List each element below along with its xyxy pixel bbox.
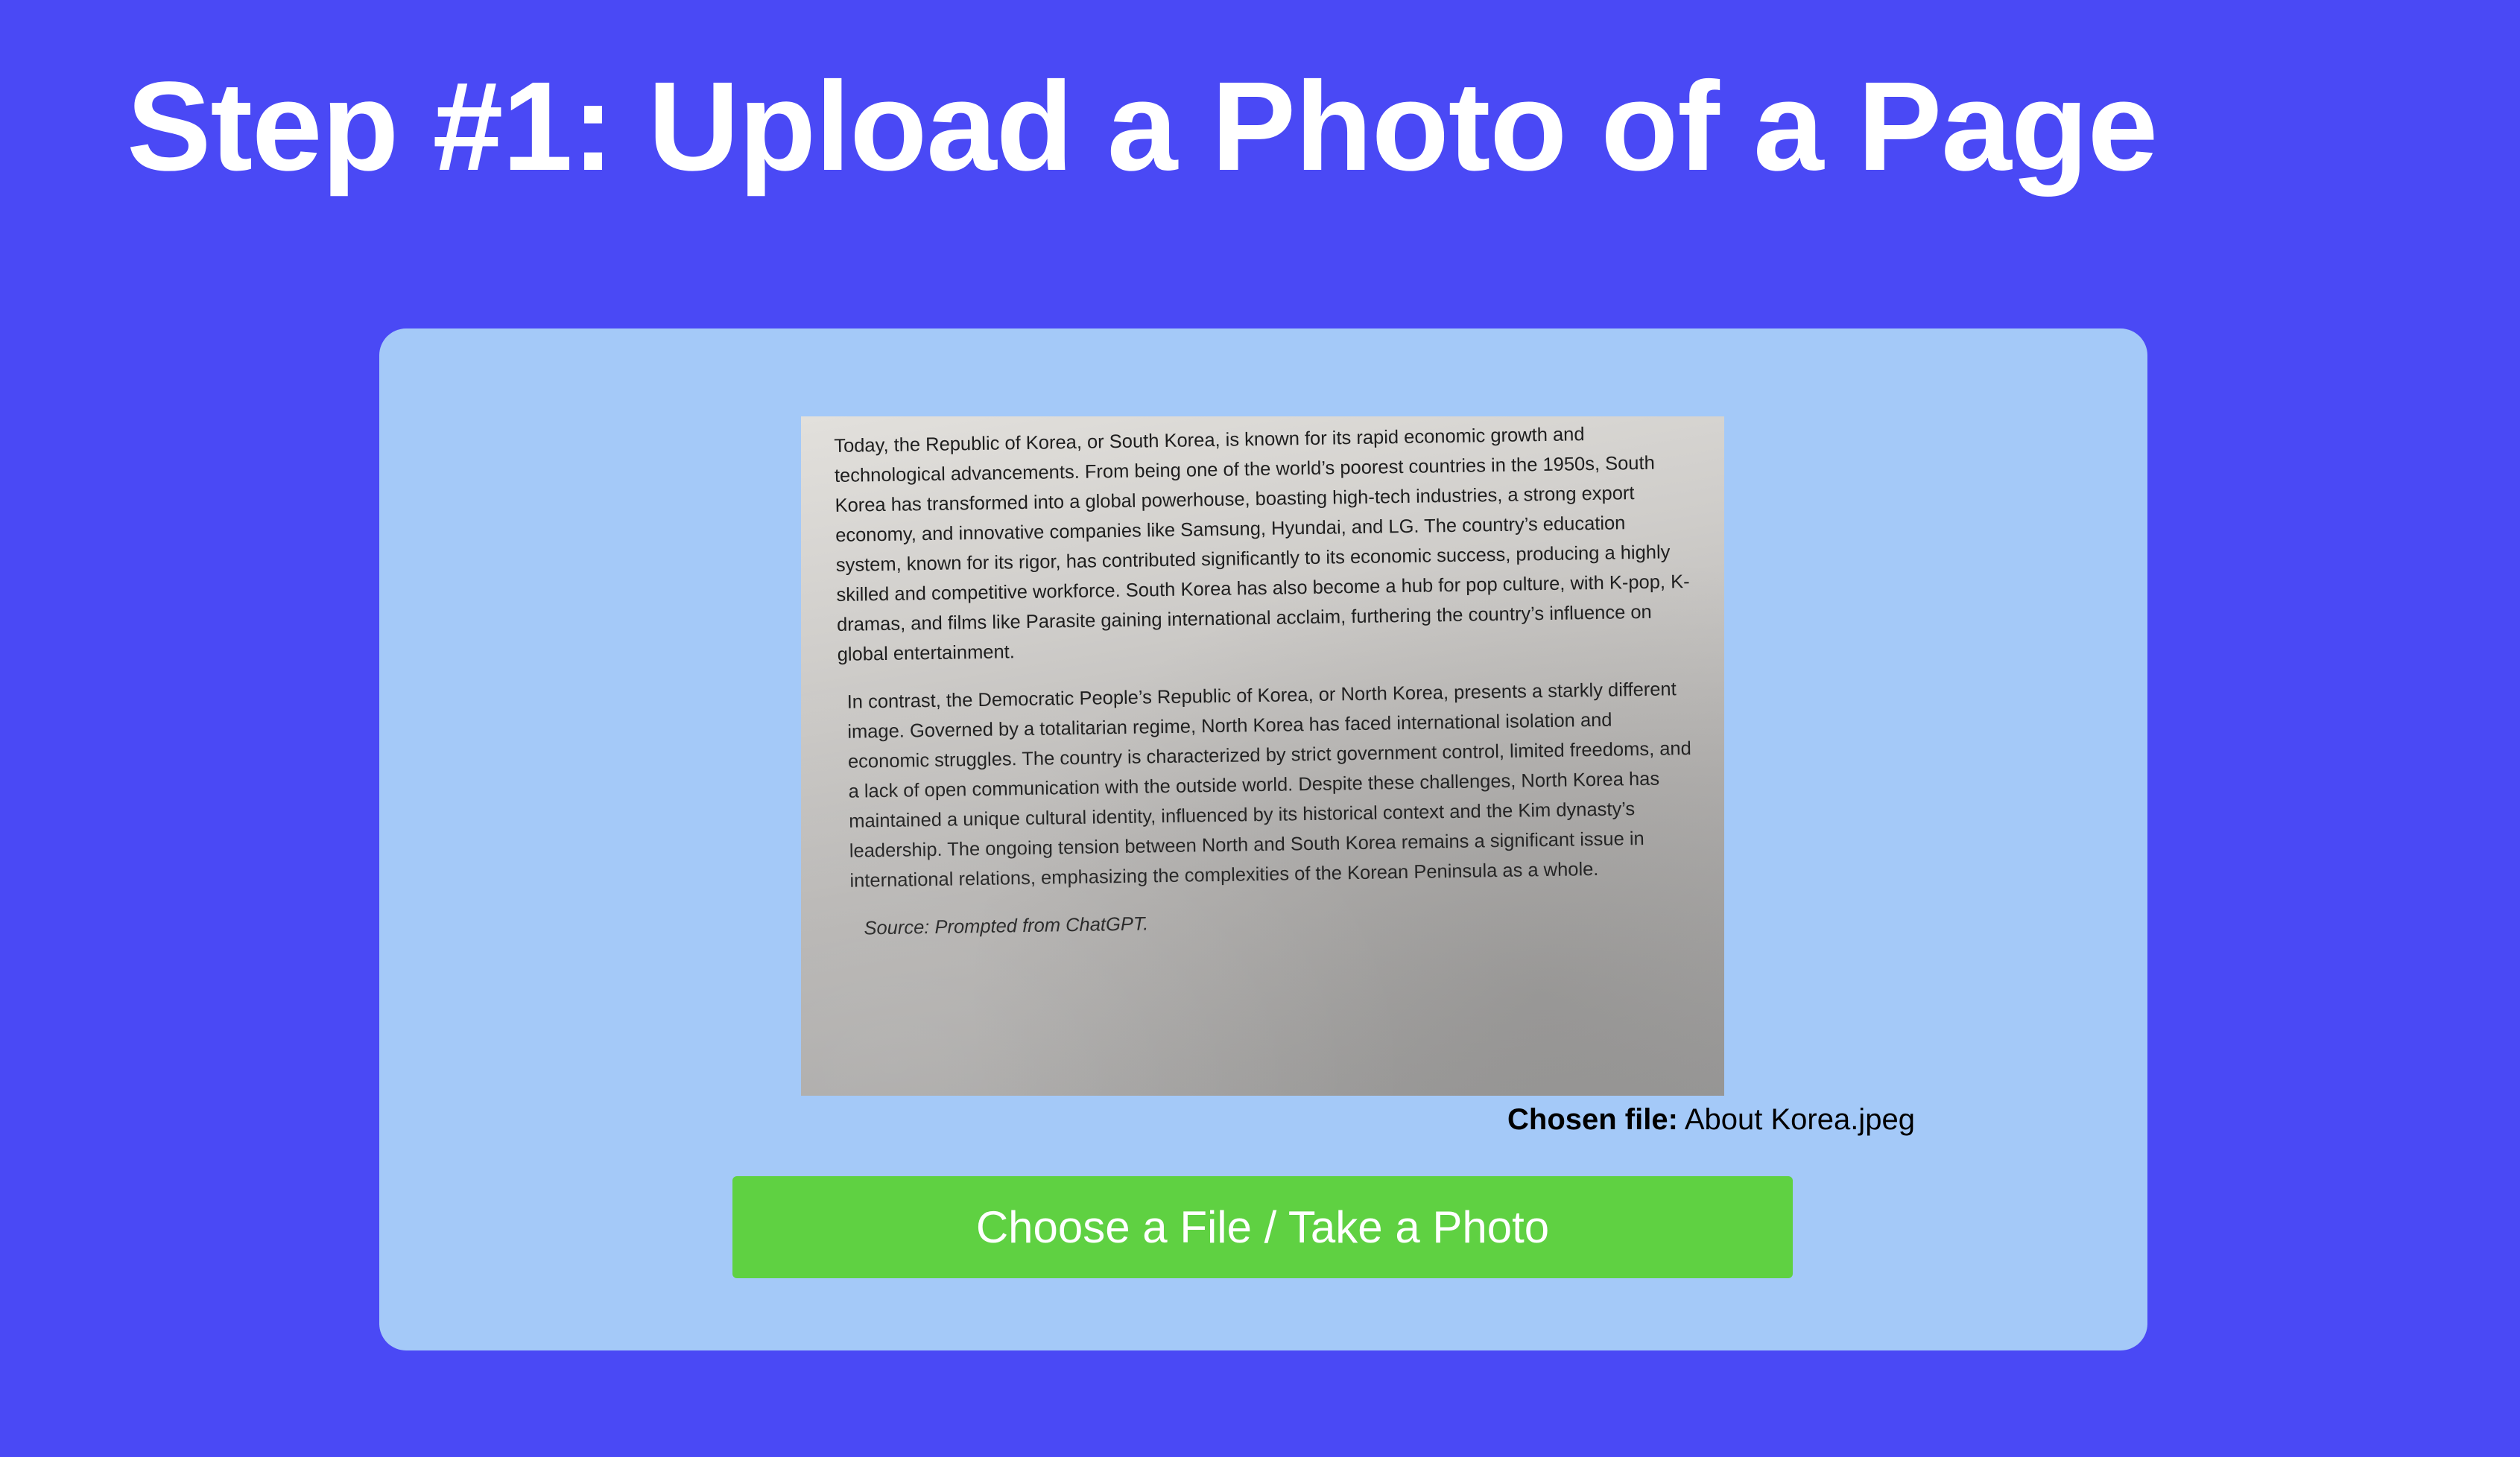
uploaded-photo-preview: Today, the Republic of Korea, or South K… bbox=[801, 416, 1724, 1096]
document-paragraph-1: Today, the Republic of Korea, or South K… bbox=[834, 424, 1690, 665]
upload-card: Today, the Republic of Korea, or South K… bbox=[379, 328, 2147, 1350]
document-paragraph-2: In contrast, the Democratic People’s Rep… bbox=[846, 679, 1692, 892]
photo-document-text: Today, the Republic of Korea, or South K… bbox=[834, 418, 1699, 944]
chosen-file-name: About Korea.jpeg bbox=[1684, 1103, 1915, 1136]
chosen-file-label: Chosen file: bbox=[1507, 1103, 1678, 1136]
chosen-file-info: Chosen file: About Korea.jpeg bbox=[1507, 1097, 1915, 1142]
choose-file-button[interactable]: Choose a File / Take a Photo bbox=[732, 1176, 1793, 1278]
document-source: Source: Prompted from ChatGPT. bbox=[864, 913, 1149, 939]
page-title: Step #1: Upload a Photo of a Page bbox=[127, 56, 2158, 197]
